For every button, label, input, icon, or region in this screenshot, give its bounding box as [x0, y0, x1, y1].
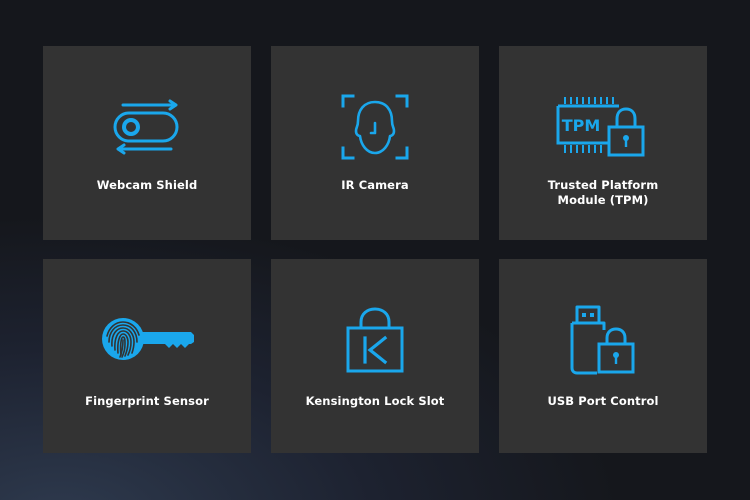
feature-tile-ir-camera: IR Camera: [271, 46, 479, 240]
feature-label: IR Camera: [341, 178, 409, 192]
kensington-letter: K: [375, 363, 376, 365]
fingerprint-key-icon: [97, 301, 197, 379]
tpm-chip-text: TPM: [562, 116, 601, 135]
feature-label: Fingerprint Sensor: [85, 394, 209, 408]
security-features-grid: Webcam Shield IR Camera TPM Trusted Plat…: [43, 46, 707, 453]
face-scan-icon: [325, 88, 425, 166]
feature-tile-fingerprint-sensor: Fingerprint Sensor: [43, 259, 251, 453]
kensington-lock-icon: K: [325, 301, 425, 379]
usb-lock-icon: [553, 301, 653, 379]
tpm-chip-lock-icon: TPM: [553, 88, 653, 166]
feature-label-multiline: Trusted Platform Module (TPM): [509, 178, 697, 208]
webcam-shield-icon: [97, 88, 197, 166]
feature-tile-usb-port-control: USB Port Control: [499, 259, 707, 453]
feature-label: USB Port Control: [547, 394, 659, 408]
feature-label: Webcam Shield: [96, 178, 198, 192]
feature-label-line: Module (TPM): [557, 193, 649, 207]
feature-label-line: Trusted Platform: [547, 178, 659, 192]
feature-tile-kensington-lock-slot: K Kensington Lock Slot: [271, 259, 479, 453]
feature-label: Kensington Lock Slot: [305, 394, 445, 408]
feature-tile-webcam-shield: Webcam Shield: [43, 46, 251, 240]
feature-tile-tpm: TPM Trusted Platform Module (TPM): [499, 46, 707, 240]
